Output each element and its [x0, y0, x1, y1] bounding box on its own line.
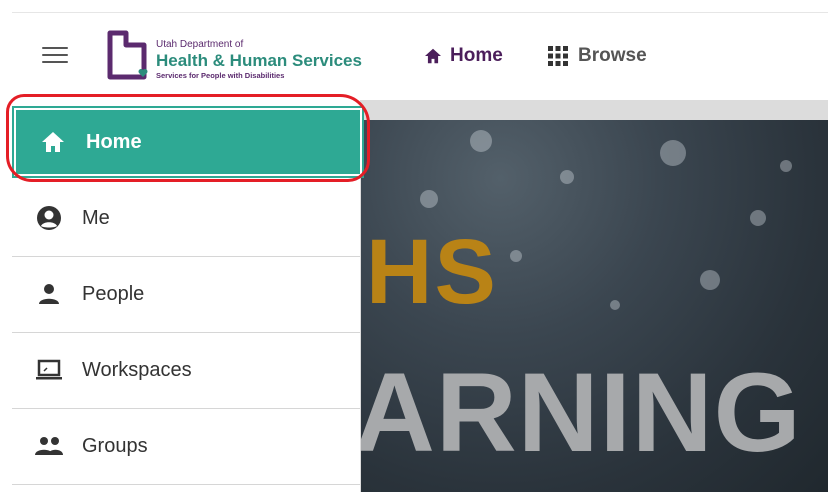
menu-item-groups[interactable]: Groups — [12, 408, 360, 485]
account-circle-icon — [32, 201, 66, 235]
hero-speck — [610, 300, 620, 310]
hero-banner: HS ARNING — [360, 100, 828, 492]
hero-speck — [750, 210, 766, 226]
utah-state-logo-icon — [107, 30, 148, 80]
home-icon — [425, 48, 441, 64]
menu-item-label: Me — [82, 206, 110, 229]
laptop-icon — [32, 353, 66, 387]
nav-browse-label: Browse — [578, 45, 647, 66]
menu-item-me[interactable]: Me — [12, 180, 360, 257]
person-icon — [32, 277, 66, 311]
logo-line-3: Services for People with Disabilities — [156, 71, 285, 80]
logo-line-1: Utah Department of — [156, 39, 244, 50]
side-menu: Home Me People Workspaces Groups — [12, 100, 362, 492]
nav-home-label: Home — [450, 45, 503, 66]
hero-speck — [660, 140, 686, 166]
grid-icon — [548, 46, 568, 66]
nav-home-link[interactable]: Home — [424, 45, 503, 67]
dhhs-logo[interactable]: Utah Department of Health & Human Servic… — [104, 27, 394, 87]
menu-item-people[interactable]: People — [12, 256, 360, 333]
home-icon — [36, 125, 70, 159]
hero-speck — [420, 190, 438, 208]
hero-speck — [470, 130, 492, 152]
hero-speck — [780, 160, 792, 172]
menu-item-home[interactable]: Home — [14, 108, 362, 176]
hero-speck — [560, 170, 574, 184]
hamburger-menu-icon[interactable] — [42, 47, 68, 67]
group-icon — [32, 429, 66, 463]
menu-item-label: Workspaces — [82, 358, 192, 381]
nav-browse-link[interactable]: Browse — [548, 45, 647, 67]
hero-speck — [510, 250, 522, 262]
menu-item-label: People — [82, 282, 145, 305]
menu-item-workspaces[interactable]: Workspaces — [12, 332, 360, 409]
hero-top-strip — [360, 100, 828, 120]
top-header: Utah Department of Health & Human Servic… — [12, 12, 828, 101]
hero-text-line-1: HS — [366, 221, 498, 323]
logo-line-2: Health & Human Services — [156, 51, 362, 70]
logo-text: Utah Department of Health & Human Servic… — [156, 39, 362, 81]
hero-speck — [700, 270, 720, 290]
hero-text-line-2: ARNING — [360, 350, 802, 475]
menu-item-label: Groups — [82, 434, 148, 457]
menu-item-label: Home — [86, 130, 142, 153]
